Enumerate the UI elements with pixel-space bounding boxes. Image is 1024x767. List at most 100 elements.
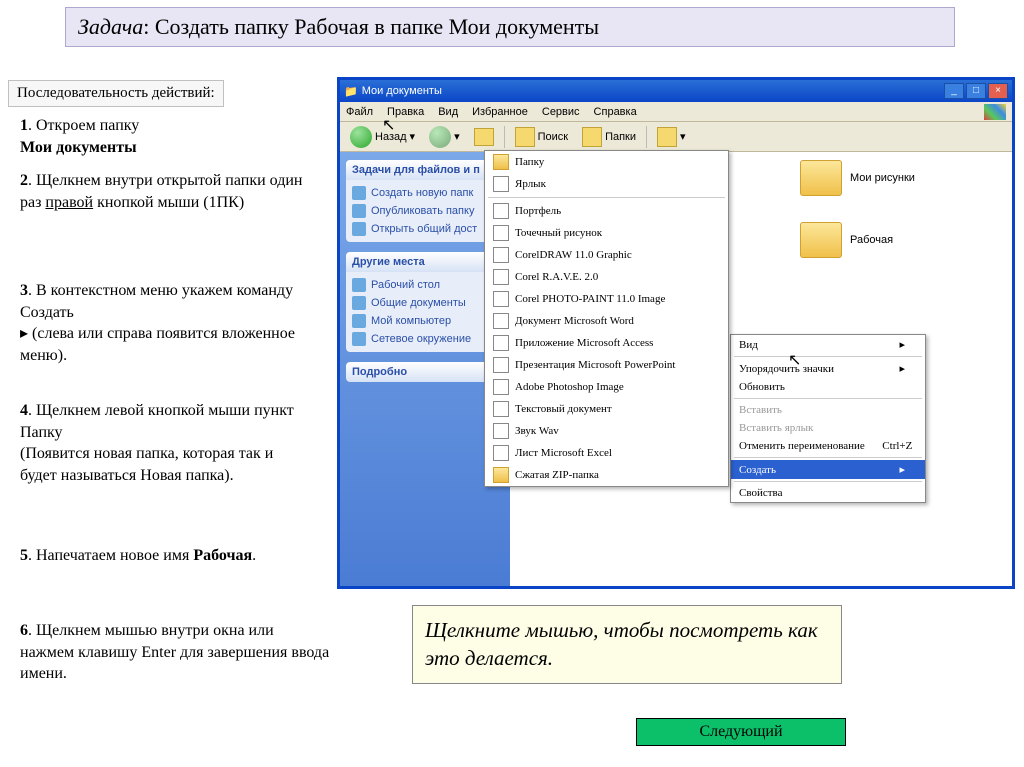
up-button[interactable]	[470, 125, 498, 149]
ctx-undo[interactable]: Отменить переименование Ctrl+Z	[731, 437, 925, 455]
submenu-text[interactable]: Текстовый документ	[485, 398, 728, 420]
back-icon	[350, 126, 372, 148]
forward-icon	[429, 126, 451, 148]
task-link[interactable]: Открыть общий дост	[352, 220, 498, 238]
folder-icon	[493, 154, 509, 170]
word-icon	[493, 313, 509, 329]
xp-logo-icon	[984, 104, 1006, 120]
menu-view[interactable]: Вид	[438, 106, 458, 118]
place-link[interactable]: Рабочий стол	[352, 276, 498, 294]
powerpoint-icon	[493, 357, 509, 373]
task-link[interactable]: Создать новую папк	[352, 184, 498, 202]
views-button[interactable]: ▾	[653, 125, 690, 149]
place-link[interactable]: Общие документы	[352, 294, 498, 312]
ctx-properties[interactable]: Свойства	[731, 484, 925, 502]
next-button[interactable]: Следующий	[636, 718, 846, 746]
hint-box: Щелкните мышью, чтобы посмотреть как это…	[412, 605, 842, 684]
menu-help[interactable]: Справка	[594, 106, 637, 118]
photoshop-icon	[493, 379, 509, 395]
up-icon	[474, 128, 494, 146]
folder-icon	[800, 160, 842, 196]
submenu-word[interactable]: Документ Microsoft Word	[485, 310, 728, 332]
cursor-icon: ↖	[382, 115, 395, 135]
sound-icon	[493, 423, 509, 439]
briefcase-icon	[493, 203, 509, 219]
ctx-refresh[interactable]: Обновить	[731, 378, 925, 396]
folder-icon: 📁	[344, 85, 358, 98]
views-icon	[657, 127, 677, 147]
submenu-folder[interactable]: Папку	[485, 151, 728, 173]
menu-favorites[interactable]: Избранное	[472, 106, 528, 118]
submenu-zip[interactable]: Сжатая ZIP-папка	[485, 464, 728, 486]
submenu-access[interactable]: Приложение Microsoft Access	[485, 332, 728, 354]
window-title: Мои документы	[362, 85, 442, 97]
submenu-coreldraw[interactable]: CorelDRAW 11.0 Graphic	[485, 244, 728, 266]
ctx-paste[interactable]: Вставить	[731, 401, 925, 419]
task-box: Задача: Создать папку Рабочая в папке Мо…	[65, 7, 955, 47]
task-text: : Создать папку Рабочая в папке Мои доку…	[143, 14, 599, 39]
step-4: 4. Щелкнем левой кнопкой мыши пункт Папк…	[20, 400, 310, 486]
shortcut-icon	[493, 176, 509, 192]
places-panel: Другие места Рабочий стол Общие документ…	[346, 252, 504, 352]
menu-file[interactable]: Файл	[346, 106, 373, 118]
text-icon	[493, 401, 509, 417]
search-button[interactable]: Поиск	[511, 125, 572, 149]
ctx-create[interactable]: Создать▸	[731, 460, 925, 479]
place-icon	[352, 296, 366, 310]
step-3: 3. В контекстном меню укажем команду Соз…	[20, 280, 310, 366]
title-bar[interactable]: 📁 Мои документы _ □ ×	[340, 80, 1012, 102]
submenu-shortcut[interactable]: Ярлык	[485, 173, 728, 195]
excel-icon	[493, 445, 509, 461]
folder-item[interactable]: Мои рисунки	[800, 160, 915, 196]
place-icon	[352, 278, 366, 292]
toolbar: Назад ▾ ▾ Поиск Папки ▾	[340, 122, 1012, 152]
menu-bar: Файл Правка Вид Избранное Сервис Справка	[340, 102, 1012, 122]
zip-icon	[493, 467, 509, 483]
ctx-arrange[interactable]: Упорядочить значки▸	[731, 359, 925, 378]
create-submenu: Папку Ярлык Портфель Точечный рисунок Co…	[484, 150, 729, 487]
access-icon	[493, 335, 509, 351]
folders-button[interactable]: Папки	[578, 125, 640, 149]
submenu-photoshop[interactable]: Adobe Photoshop Image	[485, 376, 728, 398]
menu-service[interactable]: Сервис	[542, 106, 580, 118]
step-5: 5. Напечатаем новое имя Рабочая.	[20, 545, 310, 567]
maximize-button[interactable]: □	[966, 83, 986, 99]
folder-item[interactable]: Рабочая	[800, 222, 893, 258]
task-link[interactable]: Опубликовать папку	[352, 202, 498, 220]
tasks-panel: Задачи для файлов и п Создать новую папк…	[346, 160, 504, 242]
photopaint-icon	[493, 291, 509, 307]
sequence-header: Последовательность действий:	[8, 80, 224, 107]
folders-icon	[582, 127, 602, 147]
submenu-photopaint[interactable]: Corel PHOTO-PAINT 11.0 Image	[485, 288, 728, 310]
place-icon	[352, 332, 366, 346]
place-icon	[352, 314, 366, 328]
submenu-bitmap[interactable]: Точечный рисунок	[485, 222, 728, 244]
ctx-view[interactable]: Вид▸	[731, 335, 925, 354]
submenu-briefcase[interactable]: Портфель	[485, 200, 728, 222]
task-icon	[352, 222, 366, 236]
bitmap-icon	[493, 225, 509, 241]
submenu-wav[interactable]: Звук Wav	[485, 420, 728, 442]
step-2: 2. Щелкнем внутри открытой папки один ра…	[20, 170, 310, 213]
context-menu: Вид▸ Упорядочить значки▸ Обновить Встави…	[730, 334, 926, 503]
step-1: 1. Откроем папку Мои документы	[20, 115, 220, 158]
details-panel: Подробно	[346, 362, 504, 382]
submenu-powerpoint[interactable]: Презентация Microsoft PowerPoint	[485, 354, 728, 376]
corel-icon	[493, 247, 509, 263]
close-button[interactable]: ×	[988, 83, 1008, 99]
place-link[interactable]: Сетевое окружение	[352, 330, 498, 348]
submenu-rave[interactable]: Corel R.A.V.E. 2.0	[485, 266, 728, 288]
folder-icon	[800, 222, 842, 258]
rave-icon	[493, 269, 509, 285]
step-6: 6. Щелкнем мышью внутри окна или нажмем …	[20, 620, 330, 685]
ctx-paste-shortcut[interactable]: Вставить ярлык	[731, 419, 925, 437]
place-link[interactable]: Мой компьютер	[352, 312, 498, 330]
task-label: Задача	[78, 14, 143, 39]
minimize-button[interactable]: _	[944, 83, 964, 99]
cursor-icon: ↖	[788, 350, 801, 370]
task-icon	[352, 186, 366, 200]
submenu-excel[interactable]: Лист Microsoft Excel	[485, 442, 728, 464]
forward-button[interactable]: ▾	[425, 125, 464, 149]
task-icon	[352, 204, 366, 218]
search-icon	[515, 127, 535, 147]
